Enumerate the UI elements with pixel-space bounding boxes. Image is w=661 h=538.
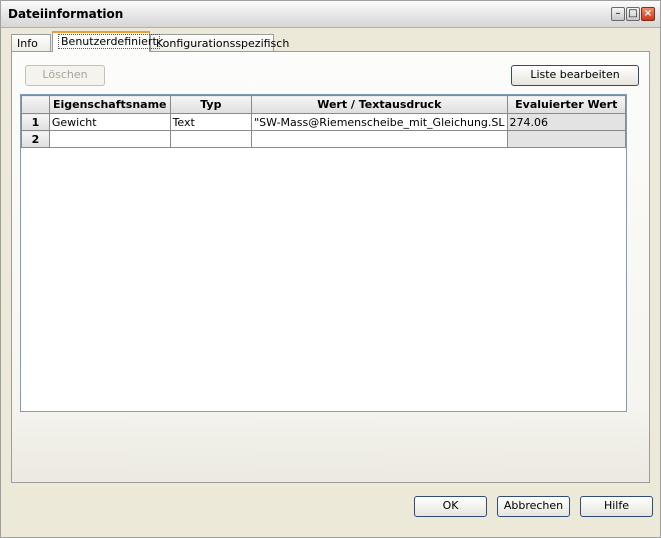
delete-button[interactable]: Löschen — [25, 65, 105, 86]
property-name-cell[interactable]: Gewicht — [48, 113, 171, 131]
close-icon[interactable]: × — [641, 7, 655, 21]
help-button[interactable]: Hilfe — [580, 496, 653, 517]
tab-label: Info — [17, 37, 38, 50]
corner-cell[interactable] — [21, 95, 50, 114]
maximize-icon[interactable]: □ — [626, 7, 640, 21]
minimize-icon[interactable]: – — [611, 7, 625, 21]
table-header-row: Eigenschaftsname Typ Wert / Textausdruck… — [21, 95, 627, 114]
title-bar[interactable]: Dateiinformation – □ × — [1, 1, 660, 28]
row-number[interactable]: 1 — [21, 113, 50, 131]
property-value-cell[interactable] — [251, 130, 508, 148]
property-type-cell[interactable]: Text — [169, 113, 253, 131]
tab-label: Konfigurationsspezifisch — [156, 37, 290, 50]
column-header-name[interactable]: Eigenschaftsname — [48, 95, 171, 114]
tab-info[interactable]: Info — [11, 34, 51, 52]
property-value-cell[interactable]: "SW-Mass@Riemenscheibe_mit_Gleichung.SL — [251, 113, 508, 131]
tab-custom[interactable]: Benutzerdefiniert — [52, 31, 160, 52]
edit-list-button[interactable]: Liste bearbeiten — [511, 65, 639, 86]
evaluated-value-cell — [506, 130, 627, 148]
properties-grid[interactable]: Eigenschaftsname Typ Wert / Textausdruck… — [20, 94, 627, 412]
properties-table: Eigenschaftsname Typ Wert / Textausdruck… — [21, 95, 627, 148]
ok-button[interactable]: OK — [414, 496, 487, 517]
file-info-dialog: Dateiinformation – □ × Info Benutzerdefi… — [0, 0, 661, 538]
table-row: 1 Gewicht Text "SW-Mass@Riemenscheibe_mi… — [21, 113, 627, 131]
cancel-button[interactable]: Abbrechen — [497, 496, 570, 517]
tab-label: Benutzerdefiniert — [58, 34, 160, 49]
custom-properties-panel: Löschen Liste bearbeiten Eigenschaftsnam… — [11, 51, 650, 483]
property-name-cell[interactable] — [48, 130, 171, 148]
tab-config-specific[interactable]: Konfigurationsspezifisch — [150, 34, 289, 52]
table-row: 2 — [21, 130, 627, 148]
row-number[interactable]: 2 — [21, 130, 50, 148]
column-header-type[interactable]: Typ — [169, 95, 253, 114]
evaluated-value-cell: 274.06 — [506, 113, 627, 131]
property-type-cell[interactable] — [169, 130, 253, 148]
window-title: Dateiinformation — [8, 7, 124, 21]
column-header-evaluated[interactable]: Evaluierter Wert — [506, 95, 627, 114]
column-header-value[interactable]: Wert / Textausdruck — [251, 95, 508, 114]
